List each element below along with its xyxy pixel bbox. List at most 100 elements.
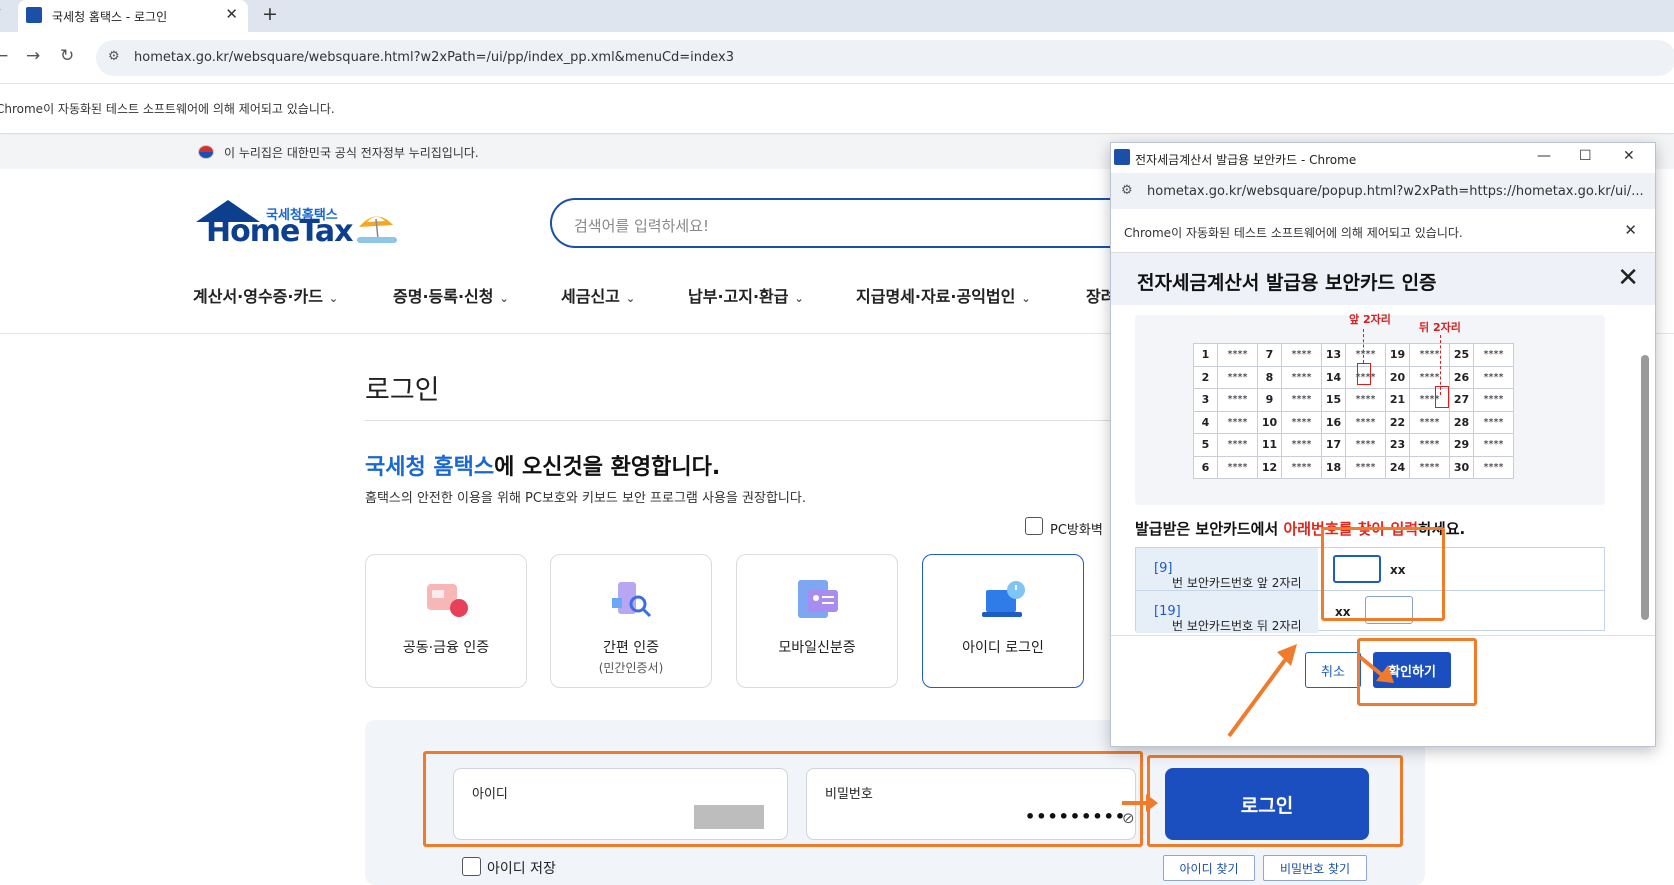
welcome-rest: 에 오신것을 환영합니다. xyxy=(494,455,721,480)
security-card-table: 1 **** 7 **** 13 **** 19 **** 25 **** 2 **** 8 **** 14… xyxy=(1193,343,1514,479)
arrow-down-right-icon xyxy=(1358,655,1394,683)
card-cell-code: **** xyxy=(1409,343,1450,367)
forward-icon[interactable]: → xyxy=(26,46,40,66)
site-info-icon[interactable]: ⚙ xyxy=(108,49,120,64)
card-cell-code: **** xyxy=(1409,455,1450,479)
card-cell-number: 2 xyxy=(1193,365,1218,389)
card-cell-number: 11 xyxy=(1257,433,1282,457)
card-cell-code: **** xyxy=(1281,388,1322,412)
card-cell-number: 8 xyxy=(1257,365,1282,389)
automation-infobar-text: Chrome이 자동화된 테스트 소프트웨어에 의해 제어되고 있습니다. xyxy=(0,102,335,116)
pc-firewall-checkbox[interactable] xyxy=(1025,517,1043,535)
site-info-icon[interactable]: ⚙ xyxy=(1121,183,1133,198)
card-cell-number: 9 xyxy=(1257,388,1282,412)
entry-label-text: [19] 번 보안카드번호 뒤 2자리 xyxy=(1154,604,1301,633)
maximize-icon[interactable]: ☐ xyxy=(1579,148,1592,164)
card-cell-code: **** xyxy=(1281,343,1322,367)
highlight-code-inputs xyxy=(1321,527,1445,621)
popup-automation-text: Chrome이 자동화된 테스트 소프트웨어에 의해 제어되고 있습니다. xyxy=(1124,226,1463,240)
card-cell-number: 26 xyxy=(1449,365,1474,389)
card-cell-code: **** xyxy=(1473,343,1514,367)
card-cell-code: **** xyxy=(1217,455,1258,479)
infobar-close-icon[interactable]: ✕ xyxy=(1624,221,1637,239)
popup-automation-infobar: Chrome이 자동화된 테스트 소프트웨어에 의해 제어되고 있습니다. ✕ xyxy=(1111,209,1655,253)
menu-label: 계산서·영수증·카드 xyxy=(193,287,323,306)
find-id-button[interactable]: 아이디 찾기 xyxy=(1163,855,1255,881)
new-tab-button[interactable]: + xyxy=(262,3,278,25)
search-input[interactable]: 검색어를 입력하세요! xyxy=(550,198,1150,248)
card-cell-number: 20 xyxy=(1385,365,1410,389)
card-joint-certificate[interactable]: 공동·금융 인증 xyxy=(365,554,527,688)
card-label: 간편 인증 xyxy=(603,640,659,656)
card-cell-code: **** xyxy=(1473,410,1514,434)
menu-certificates[interactable]: 증명·등록·신청 ⌄ xyxy=(393,283,509,307)
back-digits-label: 뒤 2자리 xyxy=(1419,321,1461,334)
card-cell-code: **** xyxy=(1409,410,1450,434)
card-cell-number: 14 xyxy=(1321,365,1346,389)
hometax-favicon-icon xyxy=(1114,149,1130,165)
security-card-row: 4 **** 10 **** 16 **** 22 **** 28 **** xyxy=(1193,410,1514,434)
card-cell-code: **** xyxy=(1217,365,1258,389)
security-card-row: 1 **** 7 **** 13 **** 19 **** 25 **** xyxy=(1193,343,1514,367)
logo-hometax[interactable]: HomeTax xyxy=(206,214,354,249)
card-cell-number: 19 xyxy=(1385,343,1410,367)
menu-label: 납부·고지·환급 xyxy=(688,287,789,306)
card-cell-number: 16 xyxy=(1321,410,1346,434)
popup-url: hometax.go.kr/websquare/popup.html?w2xPa… xyxy=(1147,184,1644,199)
card-id-login[interactable]: 아이디 로그인 xyxy=(922,554,1084,688)
save-id-checkbox[interactable] xyxy=(462,857,481,876)
find-password-button[interactable]: 비밀번호 찾기 xyxy=(1263,855,1367,881)
card-cell-code: **** xyxy=(1281,410,1322,434)
card-cell-number: 22 xyxy=(1385,410,1410,434)
card-mobile-id[interactable]: 모바일신분증 xyxy=(736,554,898,688)
popup-address-bar[interactable]: ⚙ hometax.go.kr/websquare/popup.html?w2x… xyxy=(1111,173,1655,209)
phone-search-icon xyxy=(612,582,652,618)
browser-tab-active[interactable]: 국세청 홈택스 - 로그인 ✕ xyxy=(18,0,248,32)
close-icon[interactable]: ✕ xyxy=(1623,148,1635,164)
front-digit-marker xyxy=(1357,363,1371,385)
reload-icon[interactable]: ↻ xyxy=(60,46,74,66)
card-cell-code: **** xyxy=(1281,455,1322,479)
card-cell-number: 7 xyxy=(1257,343,1282,367)
browser-tab-bar: ▾ 국세청 홈택스 - 로그인 ✕ + xyxy=(0,0,1674,32)
card-label: 공동·금융 인증 xyxy=(402,640,490,656)
address-bar[interactable]: ⚙ hometax.go.kr/websquare/websquare.html… xyxy=(96,40,1674,76)
popup-scrollbar-thumb[interactable] xyxy=(1641,355,1649,620)
hometax-favicon-icon xyxy=(26,7,42,23)
menu-label: 증명·등록·신청 xyxy=(393,287,494,306)
page-title: 로그인 xyxy=(365,375,440,406)
menu-label: 세금신고 xyxy=(561,287,620,306)
card-cell-code: **** xyxy=(1217,343,1258,367)
card-cell-code: **** xyxy=(1473,433,1514,457)
popup-header: 전자세금계산서 발급용 보안카드 인증 ✕ xyxy=(1111,253,1655,305)
card-cell-number: 4 xyxy=(1193,410,1218,434)
menu-tax-filing[interactable]: 세금신고 ⌄ xyxy=(561,283,635,307)
back-icon[interactable]: ← xyxy=(0,46,8,66)
popup-close-icon[interactable]: ✕ xyxy=(1617,263,1639,293)
card-cell-code: **** xyxy=(1473,365,1514,389)
tab-search-icon[interactable]: ▾ xyxy=(0,5,1,20)
beach-umbrella-icon xyxy=(357,216,397,243)
highlight-credentials xyxy=(423,751,1143,847)
minimize-icon[interactable]: — xyxy=(1537,148,1551,164)
card-cell-number: 12 xyxy=(1257,455,1282,479)
chevron-down-icon: ⌄ xyxy=(328,292,339,305)
arrow-up-right-icon xyxy=(1227,644,1297,738)
korea-flag-icon xyxy=(198,145,214,159)
card-cell-code: **** xyxy=(1217,410,1258,434)
card-simple-auth[interactable]: 간편 인증 (민간인증서) xyxy=(550,554,712,688)
instruction-text: 발급받은 보안카드에서 xyxy=(1135,520,1284,538)
popup-scrollbar[interactable] xyxy=(1639,305,1653,635)
chevron-down-icon: ⌄ xyxy=(499,292,509,305)
menu-payment[interactable]: 납부·고지·환급 ⌄ xyxy=(688,283,804,307)
card-cell-number: 30 xyxy=(1449,455,1474,479)
card-cell-code: **** xyxy=(1217,388,1258,412)
menu-statements[interactable]: 지급명세·자료·공익법인 ⌄ xyxy=(856,283,1031,307)
tab-close-icon[interactable]: ✕ xyxy=(225,5,238,23)
card-sublabel: (민간인증서) xyxy=(598,661,664,675)
search-placeholder: 검색어를 입력하세요! xyxy=(574,217,709,235)
popup-window-title: 전자세금계산서 발급용 보안카드 - Chrome xyxy=(1135,153,1357,167)
back-digit-marker xyxy=(1435,386,1449,408)
cancel-button[interactable]: 취소 xyxy=(1305,652,1361,688)
menu-invoices[interactable]: 계산서·영수증·카드 ⌄ xyxy=(193,283,338,307)
